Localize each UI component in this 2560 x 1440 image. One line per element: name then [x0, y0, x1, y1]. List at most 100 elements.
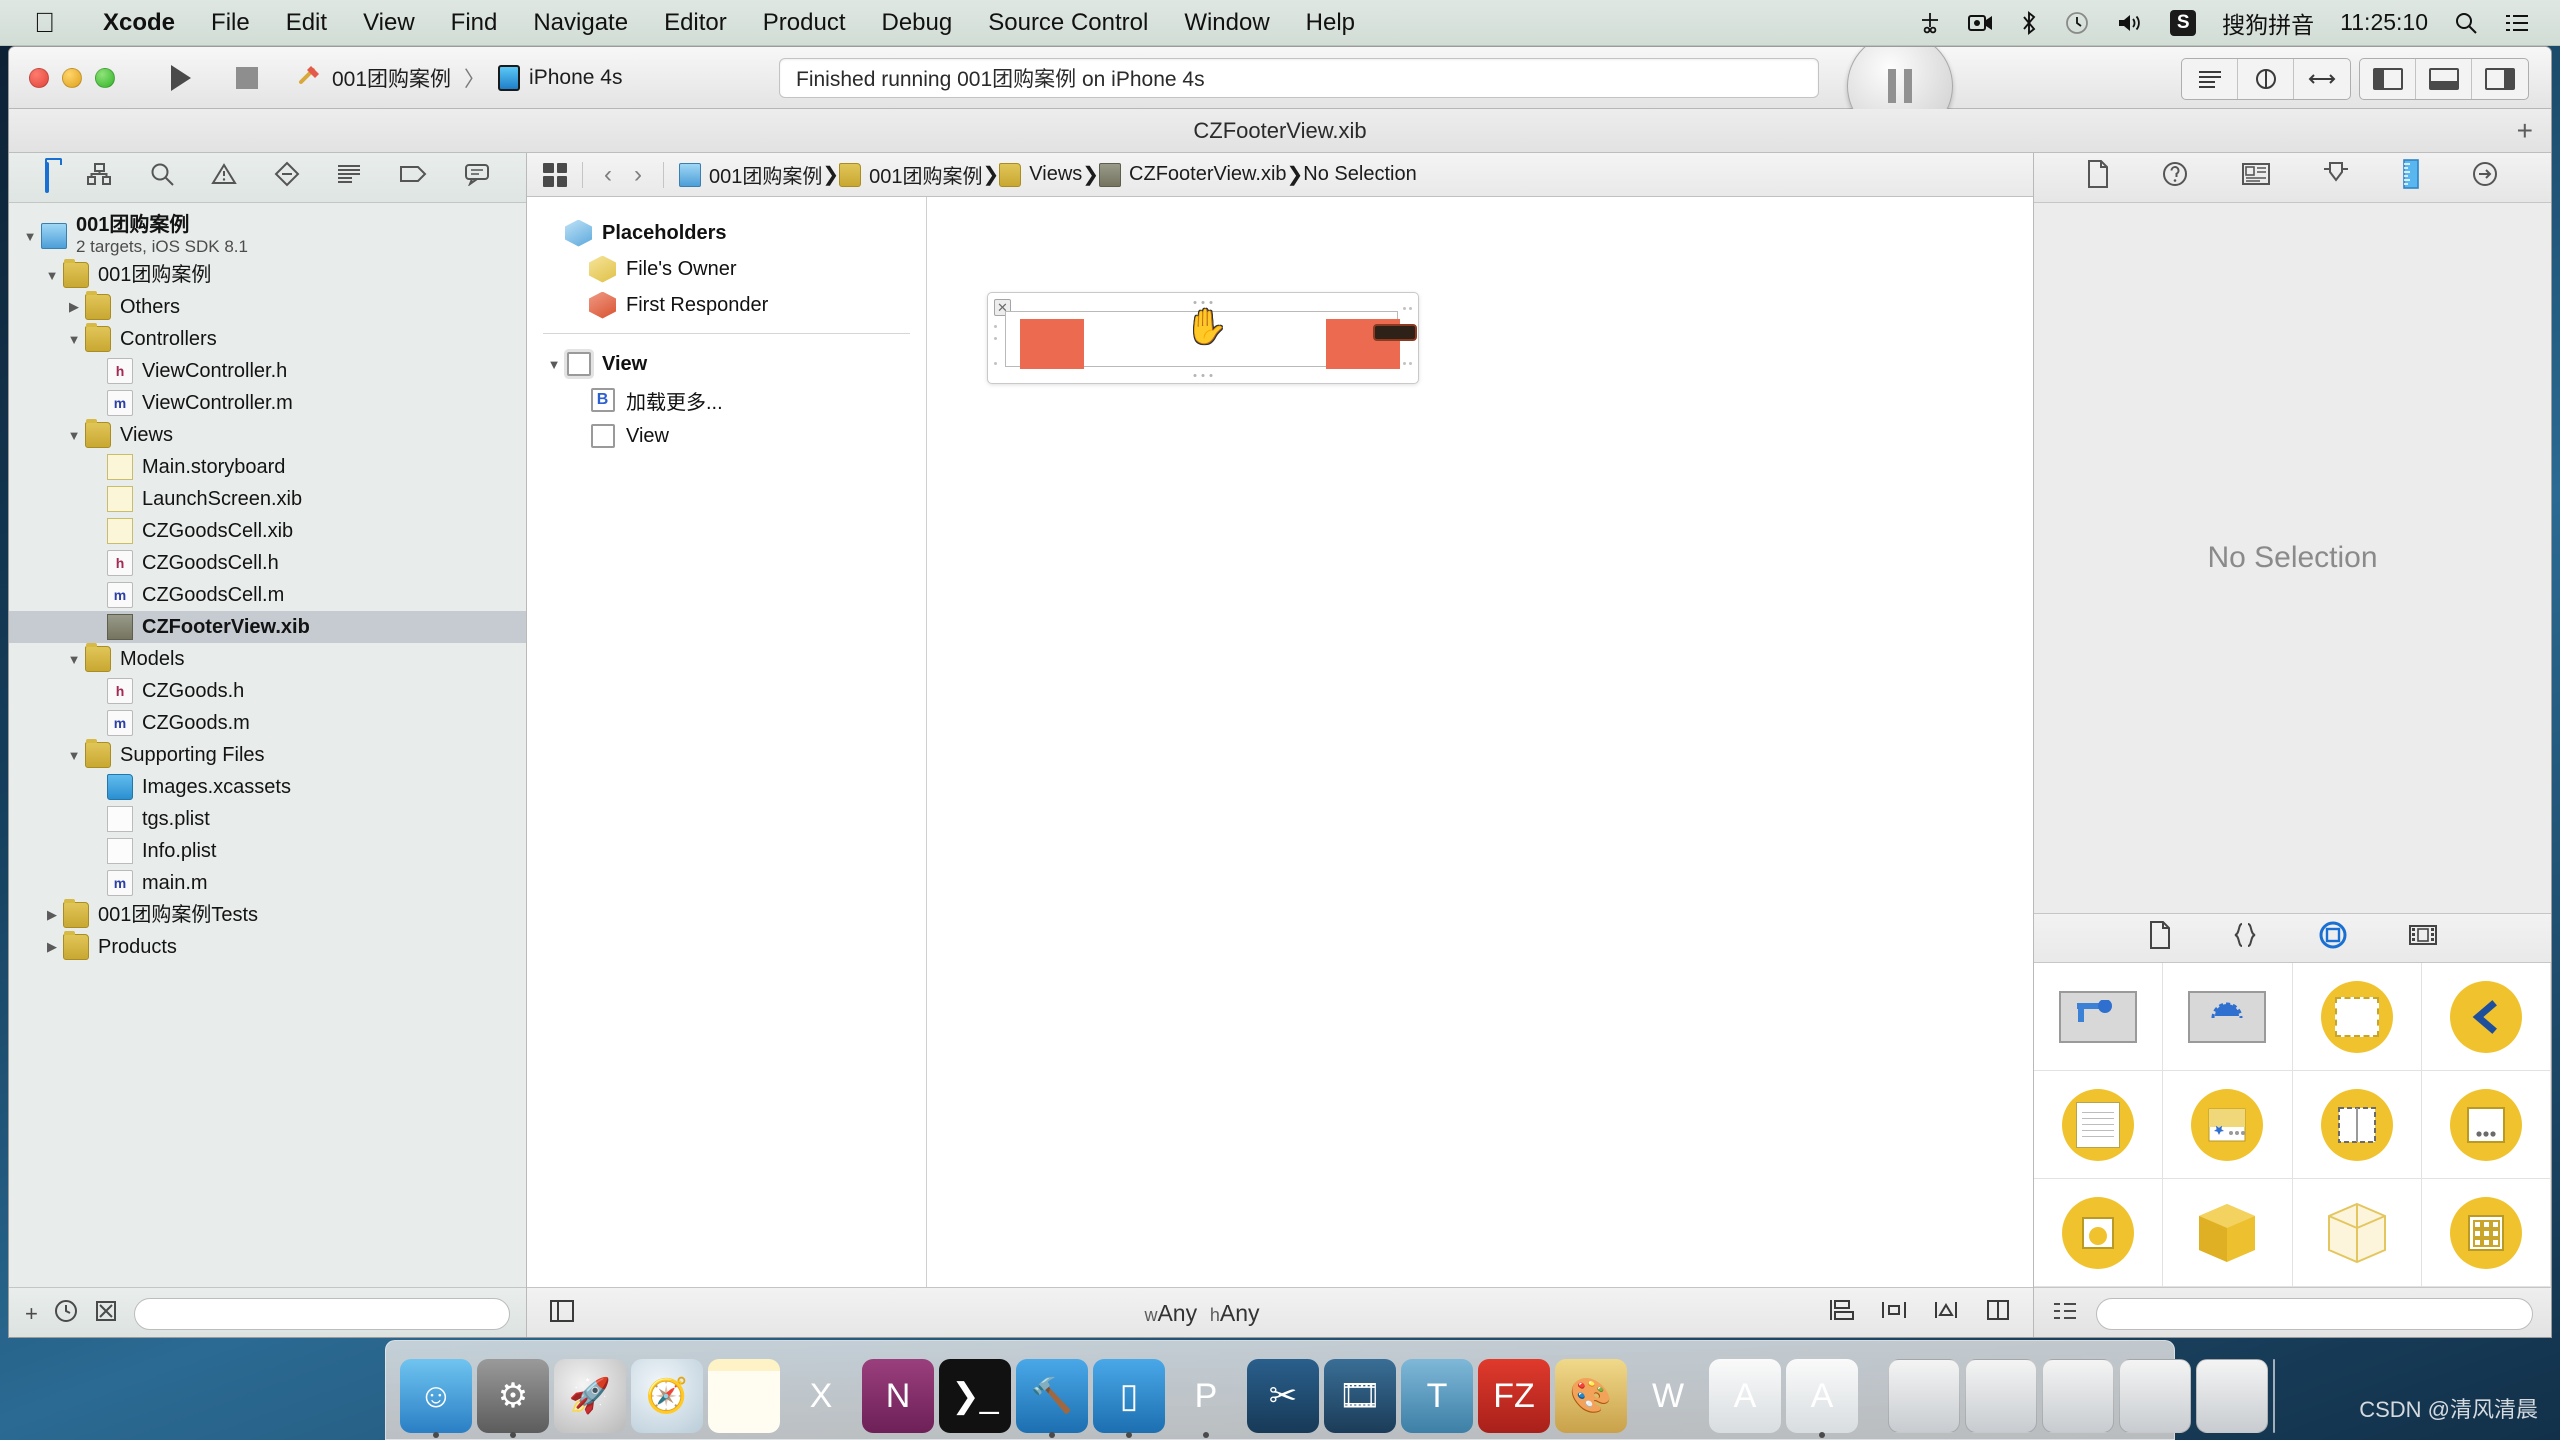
dock-minimized-window-5[interactable] [2196, 1359, 2268, 1433]
dock-minimized-window-1[interactable] [1888, 1359, 1960, 1433]
navigator-row[interactable]: ▶ Others [9, 291, 526, 323]
navigator-row[interactable]: ▼ 001团购案例 [9, 259, 526, 291]
disclosure-triangle-icon[interactable]: ▶ [63, 299, 85, 315]
disclosure-triangle-icon[interactable]: ▼ [19, 229, 41, 244]
disclosure-triangle-icon[interactable]: ▼ [543, 357, 565, 372]
dock-app-word[interactable]: W [1632, 1359, 1704, 1433]
time-machine-icon[interactable] [2064, 10, 2090, 36]
pin-icon[interactable] [1881, 1298, 1907, 1329]
close-button[interactable] [29, 67, 49, 88]
size-inspector[interactable] [2402, 159, 2420, 196]
plus-icon[interactable]: + [25, 1301, 38, 1327]
navigator-row[interactable]: LaunchScreen.xib [9, 483, 526, 515]
outline-row[interactable]: First Responder [527, 287, 926, 323]
menu-file[interactable]: File [193, 9, 268, 37]
menu-edit[interactable]: Edit [268, 9, 345, 37]
apple-icon[interactable]:  [34, 8, 55, 37]
assistant-editor-icon[interactable] [2238, 59, 2294, 99]
disclosure-triangle-icon[interactable]: ▶ [41, 939, 63, 955]
report-navigator[interactable] [464, 162, 490, 193]
dock-app-xcode-doc-b[interactable]: A [1786, 1359, 1858, 1433]
utilities-toggle-icon[interactable] [2472, 59, 2528, 99]
dock-trash[interactable] [2273, 1359, 2275, 1433]
search-icon[interactable] [2454, 11, 2478, 35]
align-icon[interactable] [1829, 1298, 1855, 1329]
stop-button[interactable] [219, 58, 275, 98]
navigator-row[interactable]: Images.xcassets [9, 771, 526, 803]
file-template-library[interactable] [2148, 920, 2172, 956]
version-editor-icon[interactable] [2294, 59, 2350, 99]
dock-app-screen-recorder[interactable]: 🎞 [1324, 1359, 1396, 1433]
navigator-row[interactable]: Info.plist [9, 835, 526, 867]
dock-app-notes[interactable] [708, 1359, 780, 1433]
dock-app-paint[interactable]: 🎨 [1555, 1359, 1627, 1433]
disclosure-triangle-icon[interactable]: ▼ [63, 652, 85, 667]
issue-navigator[interactable] [211, 162, 237, 193]
run-button[interactable] [153, 58, 209, 98]
outline-row[interactable]: File's Owner [527, 251, 926, 287]
menu-window[interactable]: Window [1166, 9, 1287, 37]
document-outline-toggle-icon[interactable] [549, 1299, 575, 1329]
menu-editor[interactable]: Editor [646, 9, 745, 37]
breadcrumb-item[interactable]: 001团购案例 [679, 160, 822, 189]
debug-navigator[interactable] [336, 163, 362, 192]
dock-app-simulator[interactable]: ▯ [1093, 1359, 1165, 1433]
navigator-row[interactable]: Main.storyboard [9, 451, 526, 483]
navigator-row[interactable]: ▼ Supporting Files [9, 739, 526, 771]
screen-record-icon[interactable] [1968, 13, 1994, 33]
input-method-label[interactable]: 搜狗拼音 [2222, 6, 2314, 40]
navigator-row[interactable]: ▶ 001团购案例Tests [9, 899, 526, 931]
media-library[interactable] [2408, 923, 2438, 954]
dock-minimized-window-2[interactable] [1965, 1359, 2037, 1433]
dock-app-finder[interactable]: ☺ [400, 1359, 472, 1433]
dock-app-launchpad[interactable]: 🚀 [554, 1359, 626, 1433]
navigator-row-selected[interactable]: CZFooterView.xib [9, 611, 526, 643]
collection-view-item[interactable] [2421, 1179, 2551, 1287]
navigator-row[interactable]: m main.m [9, 867, 526, 899]
object-library[interactable] [2318, 920, 2348, 957]
project-navigator[interactable] [45, 161, 50, 193]
view-controller-item[interactable] [2292, 963, 2422, 1071]
split-view-item[interactable] [2292, 1071, 2422, 1179]
activity-status-field[interactable]: Finished running 001团购案例 on iPhone 4s [779, 58, 1819, 98]
outline-row[interactable]: B 加载更多... [527, 382, 926, 418]
outline-row[interactable]: View [527, 418, 926, 454]
chevron-right-icon[interactable]: › [628, 161, 648, 189]
menu-view[interactable]: View [345, 9, 433, 37]
navigation-controller-item[interactable] [2421, 963, 2551, 1071]
list-view-icon[interactable] [2052, 1300, 2078, 1328]
menu-product[interactable]: Product [745, 9, 864, 37]
clock-icon[interactable] [54, 1299, 78, 1329]
dock-app-onenote[interactable]: N [862, 1359, 934, 1433]
dock-app-pages-alt[interactable]: P [1170, 1359, 1242, 1433]
symbol-navigator[interactable] [86, 162, 112, 193]
navigator-row[interactable]: tgs.plist [9, 803, 526, 835]
disclosure-triangle-icon[interactable]: ▼ [63, 748, 85, 763]
standard-editor-icon[interactable] [2182, 59, 2238, 99]
related-items-icon[interactable] [543, 162, 567, 187]
dock-app-xcode-doc-a[interactable]: A [1709, 1359, 1781, 1433]
disclosure-triangle-icon[interactable]: ▼ [41, 268, 63, 283]
connections-inspector[interactable] [2471, 160, 2499, 195]
external-object-item[interactable] [2292, 1179, 2422, 1287]
quick-help-inspector[interactable] [2161, 160, 2189, 195]
dock-app-system-preferences[interactable]: ⚙ [477, 1359, 549, 1433]
resizing-behavior-icon[interactable] [1985, 1298, 2011, 1329]
dock-app-snipping-tool[interactable]: ✂ [1247, 1359, 1319, 1433]
disclosure-triangle-icon[interactable]: ▼ [63, 332, 85, 347]
navigator-row[interactable]: ▼ Controllers [9, 323, 526, 355]
breadcrumb-item[interactable]: No Selection [1303, 163, 1416, 186]
toolbar-item[interactable] [2421, 1071, 2551, 1179]
dock-minimized-window-4[interactable] [2119, 1359, 2191, 1433]
plus-icon[interactable]: + [2517, 115, 2533, 147]
debug-area-toggle-icon[interactable] [2416, 59, 2472, 99]
outline-row[interactable]: ▼ View [527, 346, 926, 382]
disclosure-triangle-icon[interactable]: ▼ [63, 428, 85, 443]
interface-builder-canvas[interactable]: ✕ ✋ [927, 197, 2033, 1287]
breadcrumb-item[interactable]: Views [999, 162, 1082, 187]
dock-app-xcode[interactable]: 🔨 [1016, 1359, 1088, 1433]
gesture-recognizer-item[interactable] [2034, 963, 2164, 1071]
find-navigator[interactable] [149, 161, 175, 194]
dock-app-filezilla[interactable]: FZ [1478, 1359, 1550, 1433]
table-view-item[interactable] [2034, 1071, 2164, 1179]
